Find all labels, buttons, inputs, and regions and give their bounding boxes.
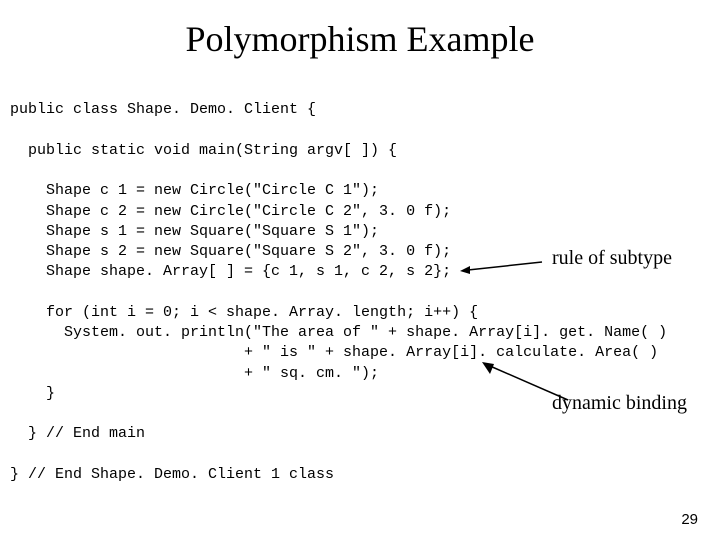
code-line: Shape c 1 = new Circle("Circle C 1"); (10, 182, 379, 199)
code-line: public static void main(String argv[ ]) … (10, 142, 397, 159)
code-line: } // End Shape. Demo. Client 1 class (10, 466, 334, 483)
code-line: Shape c 2 = new Circle("Circle C 2", 3. … (10, 203, 451, 220)
annotation-dynamic: dynamic binding (552, 392, 687, 415)
code-line: Shape s 1 = new Square("Square S 1"); (10, 223, 379, 240)
code-line: + " is " + shape. Array[i]. calculate. A… (10, 344, 658, 361)
code-line: Shape shape. Array[ ] = {c 1, s 1, c 2, … (10, 263, 451, 280)
arrow-subtype (460, 256, 550, 280)
page-title: Polymorphism Example (0, 0, 720, 80)
code-line: System. out. println("The area of " + sh… (10, 324, 667, 341)
code-line: for (int i = 0; i < shape. Array. length… (10, 304, 478, 321)
code-line: Shape s 2 = new Square("Square S 2", 3. … (10, 243, 451, 260)
code-line: } // End main (10, 425, 145, 442)
code-block: public class Shape. Demo. Client { publi… (0, 80, 720, 485)
code-line: public class Shape. Demo. Client { (10, 101, 316, 118)
annotation-subtype: rule of subtype (552, 247, 672, 270)
code-line: + " sq. cm. "); (10, 365, 379, 382)
page-number: 29 (681, 511, 698, 528)
code-line: } (10, 385, 55, 402)
